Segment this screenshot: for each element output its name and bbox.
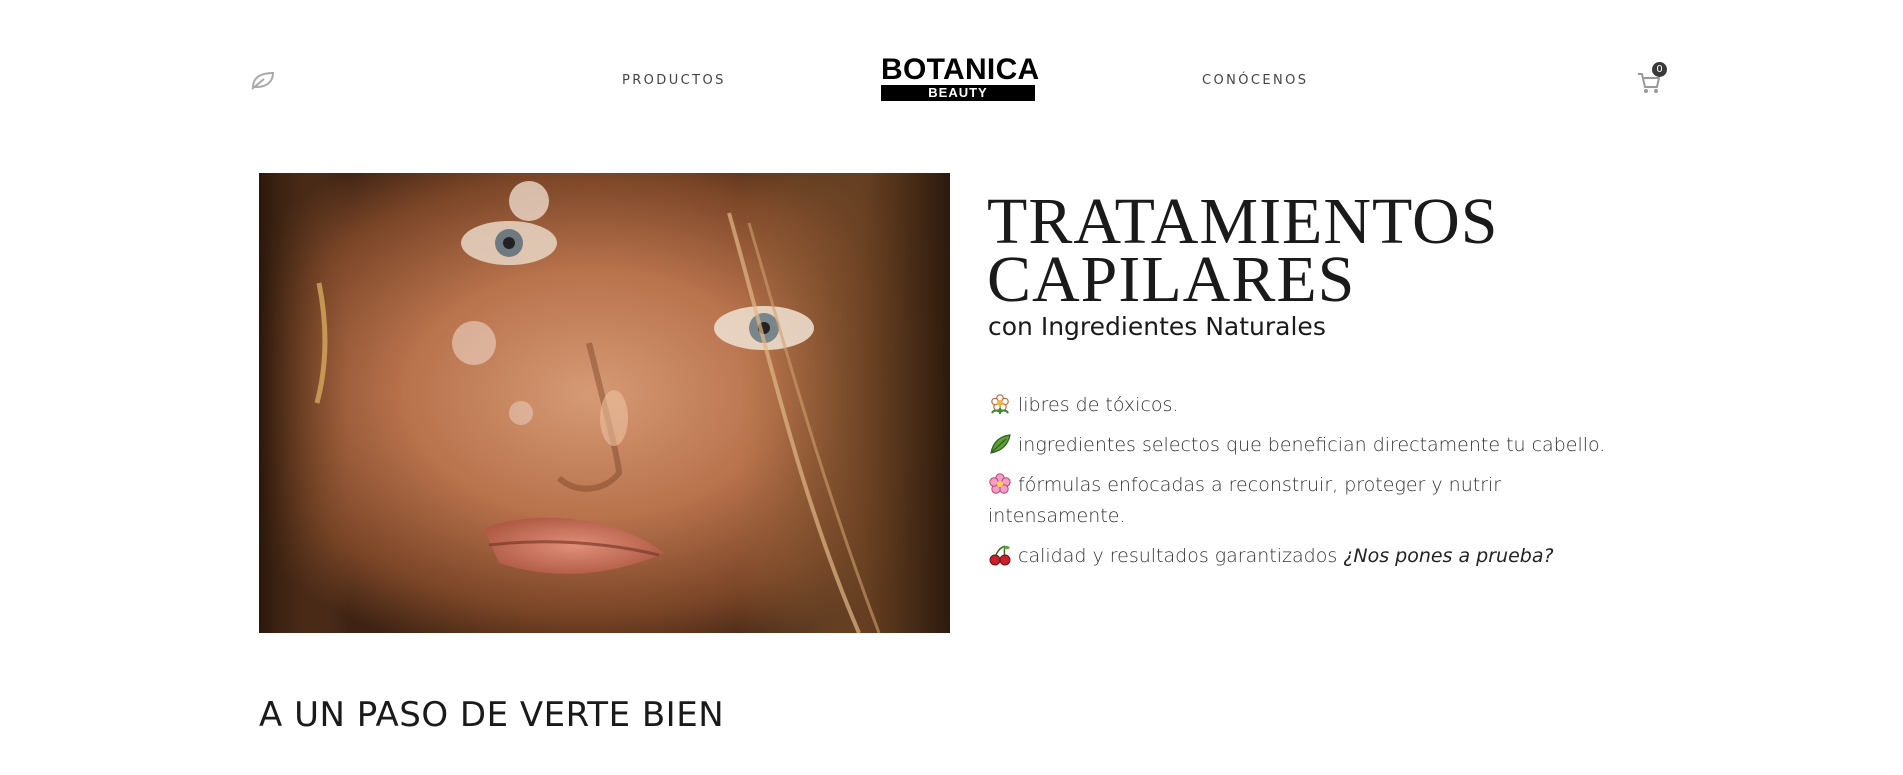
feature-item: calidad y resultados garantizados ¿Nos p…	[988, 541, 1638, 572]
leaf-icon[interactable]	[250, 70, 276, 90]
leaf-emoji-icon	[990, 434, 1011, 454]
feature-list: libres de tóxicos. ingredientes selectos…	[988, 390, 1638, 581]
hero-title: TRATAMIENTOS CAPILARES	[987, 189, 1499, 316]
cart-button[interactable]: 0	[1636, 62, 1670, 94]
hero-subtitle: con Ingredientes Naturales	[988, 312, 1326, 341]
nav-productos[interactable]: PRODUCTOS	[622, 73, 726, 88]
feature-text: fórmulas enfocadas a reconstruir, proteg…	[988, 474, 1502, 527]
feature-text: calidad y resultados garantizados	[1018, 545, 1338, 567]
hero-image	[259, 173, 950, 633]
feature-item: fórmulas enfocadas a reconstruir, proteg…	[988, 470, 1638, 532]
cherries-icon	[989, 545, 1011, 566]
logo-subtitle: BEAUTY	[881, 85, 1035, 101]
botanica-logo[interactable]: BOTANICA BEAUTY	[881, 53, 1040, 101]
feature-text: libres de tóxicos.	[1018, 394, 1179, 416]
nav-conocenos[interactable]: CONÓCENOS	[1202, 73, 1308, 88]
feature-item: libres de tóxicos.	[988, 390, 1638, 421]
site-header: PRODUCTOS BOTANICA BEAUTY CONÓCENOS 0	[0, 0, 1903, 160]
daisy-icon	[991, 394, 1009, 414]
feature-item: ingredientes selectos que benefician dir…	[988, 430, 1638, 461]
pink-flower-icon	[989, 473, 1011, 494]
cart-count-badge: 0	[1652, 62, 1667, 77]
section-title: A UN PASO DE VERTE BIEN	[259, 695, 725, 735]
feature-text: ingredientes selectos que benefician dir…	[1018, 434, 1606, 456]
feature-emphasis: ¿Nos pones a prueba?	[1343, 545, 1554, 567]
hero-title-line-2: CAPILARES	[987, 243, 1356, 316]
logo-wordmark: BOTANICA	[881, 53, 1040, 86]
